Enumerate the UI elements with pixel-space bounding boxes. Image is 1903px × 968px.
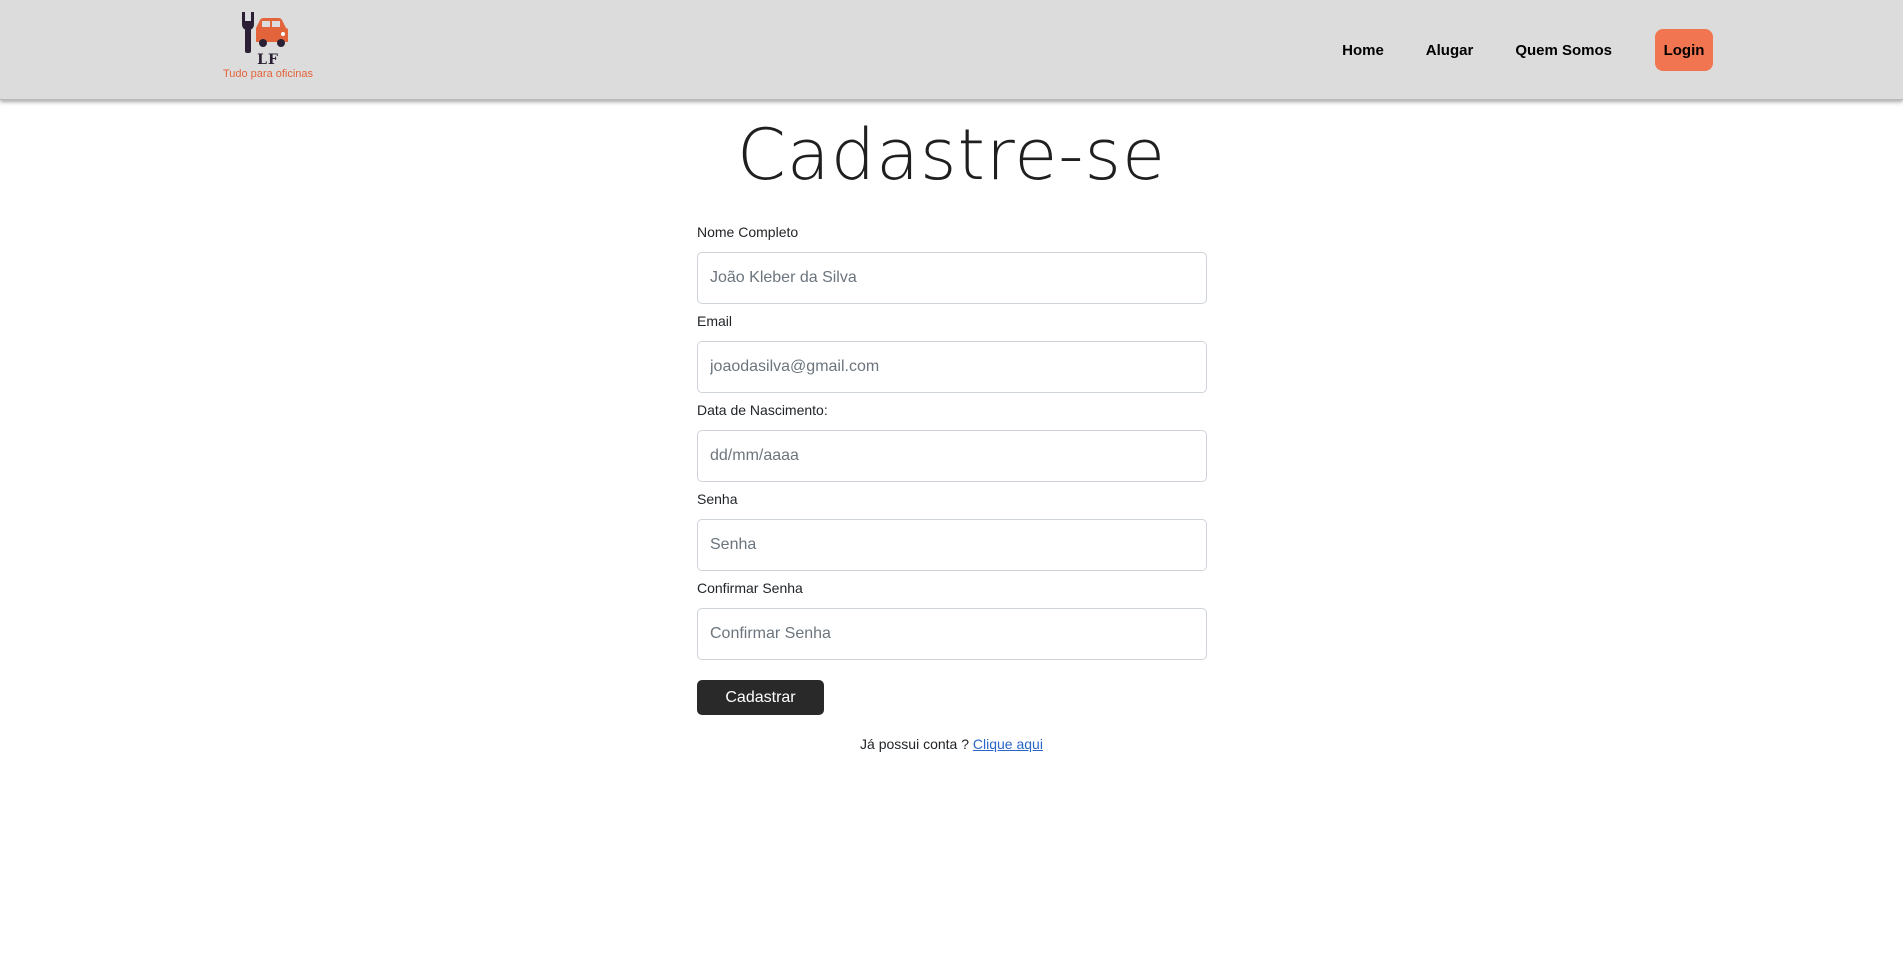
login-hint-text: Já possui conta ? [860,736,969,752]
password-input[interactable] [697,519,1207,571]
wrench-car-icon [242,12,288,53]
login-button[interactable]: Login [1655,29,1713,71]
password-label: Senha [697,491,738,507]
email-label: Email [697,313,733,329]
nav-link-about[interactable]: Quem Somos [1515,42,1612,59]
login-hint: Já possui conta ? Clique aqui [0,736,1903,752]
confirm-password-label: Confirmar Senha [697,580,803,596]
navbar: LF Tudo para oficinas Home Alugar Quem S… [0,0,1903,100]
nav-link-home[interactable]: Home [1342,42,1384,59]
full-name-input[interactable] [697,252,1207,304]
brand-logo[interactable]: LF Tudo para oficinas [220,10,316,82]
birthdate-field-group: Data de Nascimento: [697,402,1207,482]
full-name-field-group: Nome Completo [697,224,1207,304]
birthdate-label: Data de Nascimento: [697,402,828,418]
main-nav: Home Alugar Quem Somos Login [1300,29,1713,71]
page-title: Cadastre-se [736,114,1167,196]
nav-link-rent[interactable]: Alugar [1426,42,1474,59]
logo-tagline: Tudo para oficinas [222,68,314,80]
email-field-group: Email [697,313,1207,393]
login-link[interactable]: Clique aqui [973,736,1043,752]
confirm-password-input[interactable] [697,608,1207,660]
full-name-label: Nome Completo [697,224,799,240]
birthdate-input[interactable] [697,430,1207,482]
email-input[interactable] [697,341,1207,393]
password-field-group: Senha [697,491,1207,571]
register-button[interactable]: Cadastrar [697,680,824,715]
confirm-password-field-group: Confirmar Senha [697,580,1207,660]
logo-letters: LF [257,52,279,68]
signup-form: Nome Completo Email Data de Nascimento: … [697,224,1207,715]
